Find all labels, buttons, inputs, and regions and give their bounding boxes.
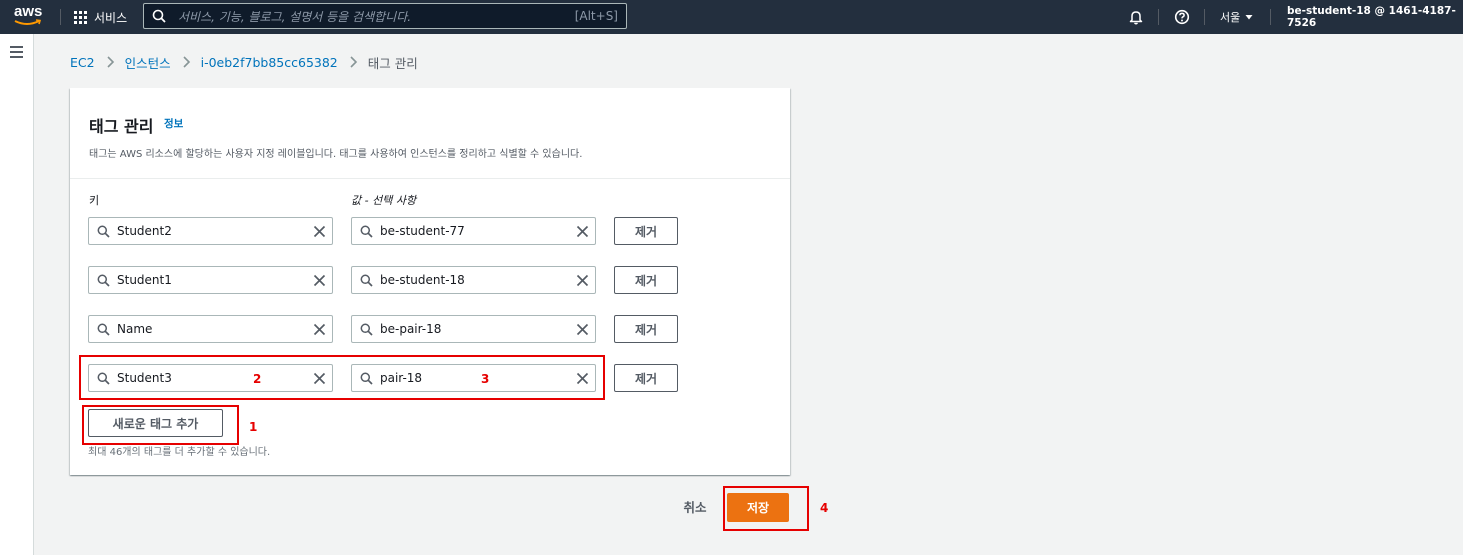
search-icon (360, 225, 373, 238)
annotation-number-1: 1 (249, 420, 258, 434)
tag-value-field[interactable] (351, 364, 596, 392)
tag-key-field[interactable] (88, 217, 333, 245)
breadcrumb-ec2[interactable]: EC2 (70, 55, 95, 70)
add-new-tag-button[interactable]: 새로운 태그 추가 (88, 409, 223, 437)
tag-value-input[interactable] (380, 370, 560, 386)
bell-icon (1129, 11, 1143, 25)
tag-value-field[interactable] (351, 266, 596, 294)
chevron-right-icon (350, 56, 357, 68)
aws-logo-text: aws (14, 3, 43, 20)
search-icon (97, 274, 110, 287)
help-button[interactable] (1174, 0, 1190, 34)
nav-divider (1158, 9, 1159, 25)
services-menu-button[interactable]: 서비스 (74, 0, 127, 34)
remove-tag-button[interactable]: 제거 (614, 266, 678, 294)
annotation-number-3: 3 (481, 372, 490, 386)
tag-value-field[interactable] (351, 217, 596, 245)
services-grid-icon (74, 10, 87, 24)
breadcrumb: EC2 인스턴스 i-0eb2f7bb85cc65382 태그 관리 (70, 52, 418, 72)
help-icon (1174, 9, 1190, 25)
breadcrumb-instance-id[interactable]: i-0eb2f7bb85cc65382 (201, 55, 338, 70)
annotation-number-4: 4 (820, 501, 829, 515)
account-menu[interactable]: be-student-18 @ 1461-4187-7526 (1287, 0, 1463, 34)
chevron-right-icon (107, 56, 114, 68)
panel-title: 태그 관리 (89, 117, 154, 136)
tag-value-field[interactable] (351, 315, 596, 343)
region-selector[interactable]: 서울 (1220, 0, 1254, 34)
clear-icon[interactable] (313, 323, 326, 336)
panel-description: 태그는 AWS 리소스에 할당하는 사용자 지정 레이블입니다. 태그를 사용하… (89, 149, 583, 160)
services-label: 서비스 (94, 10, 128, 25)
global-search[interactable]: [Alt+S] (143, 3, 627, 29)
search-icon (97, 323, 110, 336)
search-icon (360, 372, 373, 385)
tag-key-input[interactable] (117, 370, 297, 386)
top-navigation: aws 서비스 [Alt+S] 서울 (0, 0, 1463, 34)
account-label: be-student-18 @ 1461-4187-7526 (1287, 5, 1456, 29)
key-column-label: 키 (89, 194, 100, 207)
tag-key-input[interactable] (117, 272, 297, 288)
hamburger-menu-icon[interactable] (10, 46, 23, 58)
region-label: 서울 (1220, 11, 1241, 24)
tag-key-field[interactable] (88, 315, 333, 343)
clear-icon[interactable] (313, 225, 326, 238)
panel-header: 태그 관리 정보 태그는 AWS 리소스에 할당하는 사용자 지정 레이블입니다… (70, 88, 790, 179)
search-icon (97, 225, 110, 238)
chevron-right-icon (183, 56, 190, 68)
annotation-number-2: 2 (253, 372, 262, 386)
remove-tag-button[interactable]: 제거 (614, 217, 678, 245)
clear-icon[interactable] (313, 274, 326, 287)
remove-tag-button[interactable]: 제거 (614, 315, 678, 343)
tag-key-input[interactable] (117, 321, 297, 337)
search-icon (152, 9, 166, 23)
tag-value-input[interactable] (380, 223, 560, 239)
tag-value-input[interactable] (380, 321, 560, 337)
save-button[interactable]: 저장 (727, 493, 789, 522)
tag-limit-hint: 최대 46개의 태그를 더 추가할 수 있습니다. (88, 447, 271, 458)
breadcrumb-instances[interactable]: 인스턴스 (125, 53, 171, 72)
nav-divider (1204, 9, 1205, 25)
breadcrumb-current: 태그 관리 (367, 55, 418, 71)
search-icon (97, 372, 110, 385)
value-column-label: 값 - 선택 사항 (351, 194, 417, 207)
nav-divider (1270, 9, 1271, 25)
clear-icon[interactable] (576, 274, 589, 287)
clear-icon[interactable] (576, 372, 589, 385)
nav-divider (60, 9, 61, 25)
info-link[interactable]: 정보 (164, 116, 183, 131)
tag-key-input[interactable] (117, 223, 297, 239)
caret-down-icon (1245, 15, 1253, 20)
cancel-button[interactable]: 취소 (671, 495, 719, 517)
aws-logo[interactable]: aws (14, 3, 44, 29)
remove-tag-button[interactable]: 제거 (614, 364, 678, 392)
tag-key-field[interactable] (88, 364, 333, 392)
tag-value-input[interactable] (380, 272, 560, 288)
aws-smile-icon (14, 19, 42, 25)
manage-tags-panel: 태그 관리 정보 태그는 AWS 리소스에 할당하는 사용자 지정 레이블입니다… (70, 88, 790, 475)
side-navigation-rail (0, 34, 34, 555)
tag-key-field[interactable] (88, 266, 333, 294)
clear-icon[interactable] (576, 225, 589, 238)
clear-icon[interactable] (313, 372, 326, 385)
search-icon (360, 274, 373, 287)
search-input[interactable] (176, 7, 570, 27)
clear-icon[interactable] (576, 323, 589, 336)
search-icon (360, 323, 373, 336)
search-shortcut-hint: [Alt+S] (574, 9, 618, 23)
notifications-button[interactable] (1128, 0, 1144, 34)
